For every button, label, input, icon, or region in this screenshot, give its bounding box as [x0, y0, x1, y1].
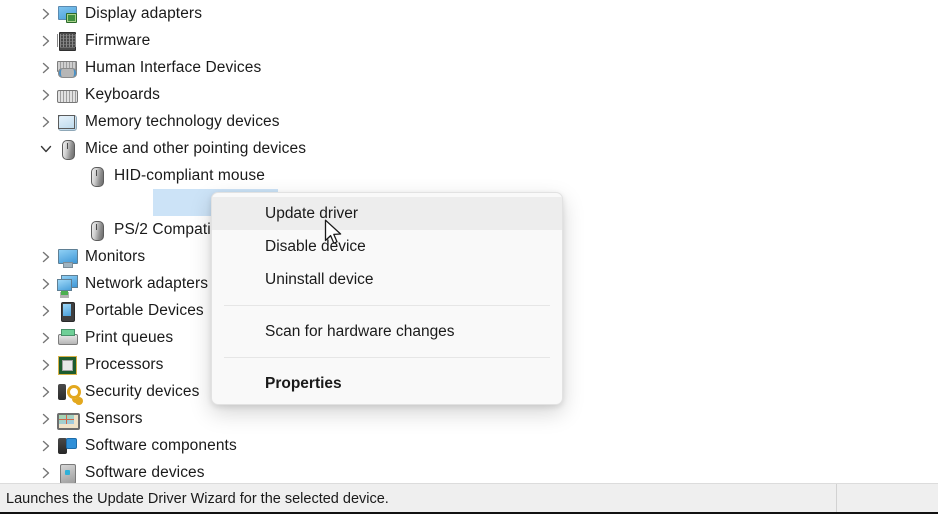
- monitor-icon: [56, 247, 78, 268]
- software-component-icon: [56, 436, 78, 456]
- keyboard-icon: [56, 85, 78, 105]
- tree-item-label: Network adapters: [85, 274, 209, 292]
- status-bar-secondary-pane: [837, 484, 938, 514]
- human-interface-icon: [56, 58, 78, 78]
- mouse-icon: [85, 166, 107, 187]
- context-menu-item-label: Update driver: [265, 204, 359, 222]
- chevron-down-icon[interactable]: [36, 144, 56, 154]
- software-device-icon: [56, 463, 78, 483]
- status-bar-message-pane: Launches the Update Driver Wizard for th…: [0, 484, 837, 514]
- chevron-right-icon[interactable]: [36, 8, 56, 20]
- mouse-icon: [85, 220, 107, 241]
- tree-item-software-components[interactable]: Software components: [0, 432, 938, 459]
- chevron-right-icon[interactable]: [36, 440, 56, 452]
- context-menu-item-label: Uninstall device: [265, 270, 374, 288]
- chevron-right-icon[interactable]: [36, 251, 56, 263]
- tree-item-label: Monitors: [85, 247, 146, 265]
- tree-item-label: Print queues: [85, 328, 174, 346]
- context-menu-separator: [224, 305, 550, 306]
- chevron-right-icon[interactable]: [36, 116, 56, 128]
- tree-item-human-interface-devices[interactable]: Human Interface Devices: [0, 54, 938, 81]
- tree-item-sensors[interactable]: Sensors: [0, 405, 938, 432]
- context-menu-item-label: Properties: [265, 374, 342, 392]
- tree-item-memory-technology-devices[interactable]: Memory technology devices: [0, 108, 938, 135]
- chevron-right-icon[interactable]: [36, 467, 56, 479]
- context-menu-item-label: Scan for hardware changes: [265, 322, 455, 340]
- processor-icon: [56, 355, 78, 375]
- tree-item-keyboards[interactable]: Keyboards: [0, 81, 938, 108]
- tree-item-label: Processors: [85, 355, 164, 373]
- tree-item-label: Sensors: [85, 409, 143, 427]
- tree-item-label: Software components: [85, 436, 237, 454]
- tree-item-software-devices[interactable]: Software devices: [0, 459, 938, 483]
- context-menu-item-uninstall-device[interactable]: Uninstall device: [212, 263, 562, 296]
- status-bar: Launches the Update Driver Wizard for th…: [0, 483, 938, 514]
- security-device-icon: [56, 382, 81, 402]
- context-menu[interactable]: Update driver Disable device Uninstall dev…: [211, 192, 563, 405]
- tree-item-label: Human Interface Devices: [85, 58, 262, 76]
- context-menu-item-disable-device[interactable]: Disable device: [212, 230, 562, 263]
- tree-item-label: Portable Devices: [85, 301, 204, 319]
- device-manager-window: Display adapters Firmware Human Interface …: [0, 0, 938, 514]
- chevron-right-icon[interactable]: [36, 305, 56, 317]
- context-menu-separator: [224, 357, 550, 358]
- context-menu-item-scan-for-hardware-changes[interactable]: Scan for hardware changes: [212, 315, 562, 348]
- tree-item-label: Mice and other pointing devices: [85, 139, 307, 157]
- tree-item-label: Keyboards: [85, 85, 161, 103]
- tree-item-label: Software devices: [85, 463, 205, 481]
- chevron-right-icon[interactable]: [36, 278, 56, 290]
- chevron-right-icon[interactable]: [36, 359, 56, 371]
- tree-item-label: Security devices: [85, 382, 200, 400]
- portable-device-icon: [56, 301, 78, 322]
- sensor-icon: [56, 409, 80, 430]
- display-adapter-icon: [56, 4, 78, 24]
- chevron-right-icon[interactable]: [36, 35, 56, 47]
- tree-item-label: Display adapters: [85, 4, 203, 22]
- tree-item-label: HID-compliant mouse: [114, 166, 265, 184]
- chevron-right-icon[interactable]: [36, 89, 56, 101]
- mouse-icon: [56, 139, 78, 160]
- context-menu-item-update-driver[interactable]: Update driver: [212, 197, 562, 230]
- tree-item-mice-and-other-pointing-devices[interactable]: Mice and other pointing devices: [0, 135, 938, 162]
- tree-item-display-adapters[interactable]: Display adapters: [0, 0, 938, 27]
- context-menu-item-label: Disable device: [265, 237, 366, 255]
- chevron-right-icon[interactable]: [36, 332, 56, 344]
- context-menu-item-properties[interactable]: Properties: [212, 367, 562, 400]
- firmware-icon: [56, 31, 78, 51]
- status-bar-message: Launches the Update Driver Wizard for th…: [6, 491, 389, 507]
- printer-icon: [56, 328, 78, 348]
- tree-item-label: Firmware: [85, 31, 151, 49]
- tree-item-firmware[interactable]: Firmware: [0, 27, 938, 54]
- tree-item-hid-compliant-mouse[interactable]: HID-compliant mouse: [0, 162, 938, 189]
- network-adapter-icon: [56, 274, 78, 294]
- chevron-right-icon[interactable]: [36, 386, 56, 398]
- chevron-right-icon[interactable]: [36, 62, 56, 74]
- chevron-right-icon[interactable]: [36, 413, 56, 425]
- tree-item-label: Memory technology devices: [85, 112, 280, 130]
- memory-technology-icon: [56, 112, 78, 132]
